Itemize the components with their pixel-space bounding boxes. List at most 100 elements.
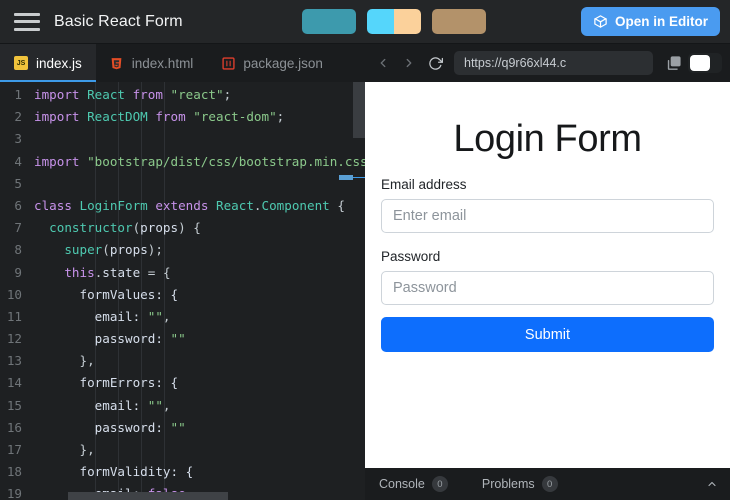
- code-text: formErrors: {: [34, 375, 179, 391]
- panel-toggle-icon[interactable]: [688, 53, 722, 73]
- line-number: 3: [14, 131, 22, 147]
- tab-index-html[interactable]: index.html: [96, 44, 208, 82]
- url-text: https://q9r66xl44.c: [464, 56, 567, 70]
- code-line: 8 super(props);: [0, 239, 365, 261]
- open-in-editor-button[interactable]: Open in Editor: [581, 7, 720, 36]
- editor-vertical-scrollbar[interactable]: [353, 82, 365, 138]
- swatch-cyan-peach[interactable]: [366, 9, 421, 34]
- line-number: 14: [6, 375, 22, 391]
- code-text: password: "": [34, 331, 186, 347]
- tab-index-js[interactable]: JS index.js: [0, 44, 96, 82]
- code-text: this.state = {: [64, 264, 171, 280]
- json-file-icon: [221, 56, 235, 70]
- code-line: 17 },: [0, 439, 365, 461]
- hamburger-menu-icon[interactable]: [12, 11, 42, 33]
- line-number: 19: [6, 486, 22, 500]
- code-text: email: "",: [34, 308, 171, 324]
- js-file-icon: JS: [14, 56, 28, 70]
- chevron-up-icon[interactable]: [706, 478, 718, 490]
- line-number: 15: [6, 397, 22, 413]
- line-number: 17: [6, 442, 22, 457]
- code-text: email: "",: [34, 397, 171, 413]
- open-in-editor-label: Open in Editor: [615, 14, 708, 29]
- rendered-login-form: Login Form Email address Enter email Passw…: [365, 82, 730, 352]
- reload-icon[interactable]: [423, 51, 447, 75]
- code-text: import React from "react";: [34, 87, 232, 102]
- preview-pane: https://q9r66xl44.c Login Form Email add…: [365, 44, 730, 500]
- line-number: 4: [14, 153, 22, 169]
- problems-count-badge: 0: [541, 476, 558, 492]
- line-number: 1: [14, 87, 22, 102]
- editor-change-marker: [339, 175, 353, 180]
- form-fields: Email address Enter email Password Password: [381, 177, 714, 305]
- line-number: 18: [6, 464, 22, 480]
- tab-label: index.js: [36, 55, 82, 71]
- forward-button[interactable]: [397, 51, 421, 75]
- line-number: 9: [14, 264, 22, 280]
- code-text: constructor(props) {: [49, 220, 201, 236]
- code-text: formValidity: {: [34, 464, 194, 480]
- line-number: 5: [14, 175, 22, 191]
- code-line: 7 constructor(props) {: [0, 217, 365, 239]
- file-tab-bar: JS index.js index.html package.json: [0, 44, 365, 82]
- browser-toolbar: https://q9r66xl44.c: [365, 44, 730, 82]
- code-line: 18 formValidity: {: [0, 461, 365, 483]
- code-text: super(props);: [64, 242, 163, 258]
- email-field-label: Email address: [381, 177, 467, 192]
- code-line: 9 this.state = {: [0, 262, 365, 284]
- line-number: 2: [14, 109, 22, 125]
- line-number: 6: [14, 197, 22, 213]
- tab-package-json[interactable]: package.json: [207, 44, 337, 82]
- code-text: },: [34, 442, 95, 457]
- code-line: 10 formValues: {: [0, 284, 365, 306]
- back-button[interactable]: [371, 51, 395, 75]
- editor-change-marker-line: [353, 177, 365, 178]
- line-number: 16: [6, 419, 22, 435]
- code-text: import ReactDOM from "react-dom";: [34, 109, 285, 125]
- swatch-tan[interactable]: [431, 9, 486, 34]
- console-tab[interactable]: Console 0: [379, 476, 448, 492]
- code-line: 12 password: "": [0, 328, 365, 350]
- editor-horizontal-scrollbar[interactable]: [68, 492, 228, 500]
- code-line: 2 import ReactDOM from "react-dom";: [0, 106, 365, 128]
- code-text: import "bootstrap/dist/css/bootstrap.min…: [34, 153, 365, 169]
- email-field-placeholder: Enter email: [393, 208, 467, 224]
- code-text: formValues: {: [34, 286, 179, 302]
- url-input[interactable]: https://q9r66xl44.c: [454, 51, 653, 75]
- code-line: 5: [0, 173, 365, 195]
- color-swatch-group: [278, 9, 486, 34]
- code-line: 3: [0, 128, 365, 150]
- codesandbox-window: Basic React Form Open in Editor JS index.…: [0, 0, 730, 500]
- line-number: 12: [6, 331, 22, 347]
- tab-label: index.html: [131, 55, 194, 71]
- copy-icon[interactable]: [660, 51, 686, 75]
- swatch-teal[interactable]: [301, 9, 356, 34]
- code-line: 16 password: "": [0, 417, 365, 439]
- email-field[interactable]: Enter email: [381, 199, 714, 233]
- email-field-group: Email address Enter email: [381, 177, 714, 233]
- console-count-badge: 0: [431, 476, 448, 492]
- problems-label: Problems: [481, 477, 535, 491]
- code-line: 1 import React from "react";: [0, 84, 365, 106]
- code-line: 15 email: "",: [0, 395, 365, 417]
- codesandbox-cube-icon: [593, 14, 608, 29]
- code-area[interactable]: 1 import React from "react"; 2 import React…: [0, 82, 365, 500]
- line-number: 7: [14, 220, 22, 236]
- code-line: 4 import "bootstrap/dist/css/bootstrap.mi…: [0, 151, 365, 173]
- console-label: Console: [379, 477, 425, 491]
- code-text: },: [34, 353, 95, 369]
- password-field-placeholder: Password: [393, 280, 457, 296]
- code-text: class LoginForm extends React.Component …: [34, 197, 345, 213]
- password-field[interactable]: Password: [381, 271, 714, 305]
- password-field-group: Password Password: [381, 249, 714, 305]
- line-number: 13: [6, 353, 22, 369]
- code-text: password: "": [34, 419, 186, 435]
- code-line: 6 class LoginForm extends React.Component…: [0, 195, 365, 217]
- status-bar: Console 0 Problems 0: [365, 468, 730, 500]
- code-lines: 1 import React from "react"; 2 import React…: [0, 82, 365, 500]
- problems-tab[interactable]: Problems 0: [482, 476, 558, 492]
- code-editor-pane: JS index.js index.html package.json 1 import…: [0, 44, 365, 500]
- login-form-heading: Login Form: [453, 118, 642, 160]
- submit-button[interactable]: Submit: [381, 317, 714, 352]
- page-title: Basic React Form: [54, 12, 183, 30]
